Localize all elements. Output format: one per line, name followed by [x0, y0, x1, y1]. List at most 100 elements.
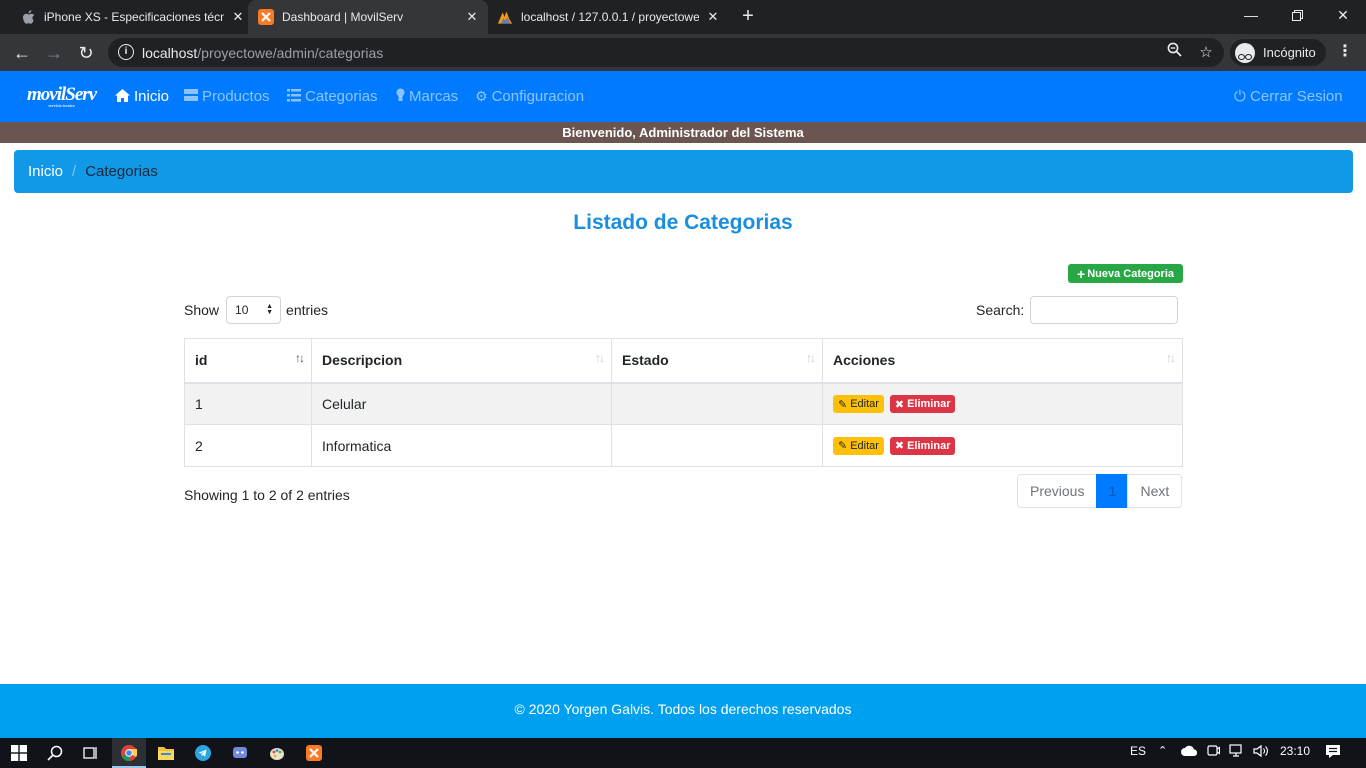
table-row: 2 Informatica ✎ Editar ✖ Eliminar — [184, 424, 1183, 467]
logout-link[interactable]: ⏻ Cerrar Sesion — [1234, 88, 1343, 105]
table-info: Showing 1 to 2 of 2 entries — [184, 487, 350, 503]
page-footer: © 2020 Yorgen Galvis. Todos los derechos… — [0, 684, 1366, 738]
search-icon[interactable] — [45, 743, 65, 763]
nav-item-categorias[interactable]: Categorias — [287, 88, 378, 105]
windows-start-icon[interactable] — [9, 743, 29, 763]
page-title: Listado de Categorias — [573, 211, 793, 234]
next-page-button[interactable]: Next — [1127, 474, 1183, 508]
close-tab-icon[interactable]: ✕ — [464, 9, 480, 25]
close-tab-icon[interactable]: ✕ — [230, 9, 246, 25]
xampp-icon — [258, 9, 274, 25]
clock[interactable]: 23:10 — [1280, 744, 1310, 758]
nav-item-inicio[interactable]: Inicio — [115, 88, 169, 105]
incognito-indicator[interactable]: Incógnito — [1230, 39, 1326, 66]
previous-page-button[interactable]: Previous — [1017, 474, 1098, 508]
nav-item-productos[interactable]: Productos — [184, 88, 270, 105]
delete-button[interactable]: ✖ Eliminar — [889, 436, 956, 455]
info-icon[interactable]: i — [118, 44, 134, 60]
file-explorer-icon[interactable] — [156, 743, 176, 763]
cell-descripcion: Celular — [311, 382, 612, 425]
notifications-icon[interactable] — [1325, 744, 1341, 762]
delete-button[interactable]: ✖ Eliminar — [889, 395, 956, 413]
cell-acciones: ✎ Editar ✖ Eliminar — [822, 424, 1183, 467]
network-icon[interactable] — [1229, 744, 1245, 761]
cell-descripcion: Informatica — [311, 424, 612, 467]
column-header-estado[interactable]: Estado ↑↓ — [611, 338, 823, 384]
table-search: Search: — [976, 296, 1179, 324]
onedrive-cloud-icon[interactable] — [1181, 745, 1198, 759]
minimize-icon[interactable]: — — [1228, 0, 1274, 30]
cell-acciones: ✎ Editar ✖ Eliminar — [822, 382, 1183, 425]
pencil-icon: ✎ — [838, 440, 848, 453]
cell-estado — [611, 382, 823, 425]
close-window-icon[interactable]: ✕ — [1320, 0, 1366, 30]
x-icon: ✖ — [894, 440, 905, 453]
plus-icon: + — [1077, 265, 1086, 282]
entries-select[interactable]: 10 ▲ ▼ — [226, 296, 282, 324]
column-header-descripcion[interactable]: Descripcion ↑↓ — [311, 338, 612, 384]
reload-icon[interactable]: ↻ — [73, 40, 99, 66]
windows-taskbar: ES ⌃ 23:10 — [0, 738, 1366, 768]
address-bar[interactable]: i localhost/proyectowe/admin/categorias … — [108, 38, 1224, 67]
search-input[interactable] — [1030, 296, 1179, 324]
x-icon: ✖ — [894, 398, 905, 411]
column-header-acciones[interactable]: Acciones ↑↓ — [822, 338, 1183, 384]
apple-icon — [20, 9, 36, 25]
page-1-button[interactable]: 1 — [1096, 474, 1129, 508]
server-icon — [184, 88, 198, 105]
nav-item-marcas[interactable]: Marcas — [396, 88, 458, 105]
language-indicator[interactable]: ES — [1130, 744, 1146, 758]
volume-icon[interactable] — [1253, 744, 1269, 761]
phpmyadmin-icon — [497, 9, 513, 25]
column-header-id[interactable]: id ↑↓ — [184, 338, 312, 384]
lightbulb-icon — [396, 88, 405, 105]
browser-menu-icon[interactable]: ⋮ — [1337, 42, 1353, 62]
xampp-icon[interactable] — [304, 743, 324, 763]
tab-title: localhost / 127.0.0.1 / proyectowe — [521, 10, 699, 24]
new-tab-button[interactable]: + — [737, 5, 759, 27]
sort-icon: ↑↓ — [806, 351, 816, 365]
breadcrumb: Inicio / Categorias — [14, 150, 1353, 193]
cell-id: 2 — [184, 424, 312, 467]
browser-tab[interactable]: iPhone XS - Especificaciones técnicas ✕ — [20, 0, 246, 34]
back-icon[interactable]: ← — [9, 40, 35, 66]
app-logo[interactable]: movilServ servicio tecnico — [27, 85, 97, 108]
chevron-up-icon[interactable]: ⌃ — [1158, 744, 1167, 757]
close-tab-icon[interactable]: ✕ — [705, 9, 721, 25]
chrome-icon[interactable] — [119, 743, 139, 763]
restore-icon[interactable] — [1274, 0, 1320, 30]
pencil-icon: ✎ — [838, 398, 848, 411]
url-text: localhost/proyectowe/admin/categorias — [142, 45, 384, 61]
breadcrumb-current: Categorias — [85, 163, 158, 180]
discord-icon[interactable] — [230, 743, 250, 763]
cell-estado — [611, 424, 823, 467]
list-icon — [287, 88, 301, 105]
breadcrumb-home-link[interactable]: Inicio — [28, 163, 63, 180]
welcome-banner: Bienvenido, Administrador del Sistema — [0, 122, 1366, 143]
sort-asc-icon: ↑↓ — [295, 351, 305, 365]
categories-table: id ↑↓ Descripcion ↑↓ Estado ↑↓ Acciones ↑↓ 1… — [184, 338, 1183, 467]
entries-length-control: Show 10 ▲ ▼ entries — [184, 296, 328, 324]
table-header-row: id ↑↓ Descripcion ↑↓ Estado ↑↓ Acciones ↑↓ — [184, 338, 1183, 384]
incognito-label: Incógnito — [1263, 45, 1316, 60]
browser-tab[interactable]: localhost / 127.0.0.1 / proyectowe ✕ — [497, 0, 721, 34]
edit-button[interactable]: ✎ Editar — [833, 436, 884, 455]
pagination: Previous 1 Next — [1017, 474, 1183, 508]
meet-now-icon[interactable] — [1207, 744, 1221, 762]
nav-item-configuracion[interactable]: ⚙ Configuracion — [475, 88, 584, 105]
bookmark-star-icon[interactable]: ☆ — [1195, 42, 1217, 64]
tab-title: Dashboard | MovilServ — [282, 10, 404, 24]
browser-tab-active[interactable]: Dashboard | MovilServ ✕ — [248, 0, 488, 34]
paint-icon[interactable] — [267, 743, 287, 763]
app-navbar: movilServ servicio tecnico Inicio Produc… — [0, 71, 1366, 122]
telegram-icon[interactable] — [193, 743, 213, 763]
forward-icon[interactable]: → — [41, 40, 67, 66]
edit-button[interactable]: ✎ Editar — [833, 395, 884, 413]
browser-toolbar: ← → ↻ i localhost/proyectowe/admin/categ… — [0, 34, 1366, 71]
new-category-button[interactable]: + Nueva Categoria — [1068, 264, 1183, 283]
incognito-icon — [1235, 42, 1255, 63]
cell-id: 1 — [184, 382, 312, 425]
zoom-icon[interactable] — [1163, 42, 1185, 64]
task-view-icon[interactable] — [80, 743, 100, 763]
tab-title: iPhone XS - Especificaciones técnicas — [44, 10, 224, 24]
